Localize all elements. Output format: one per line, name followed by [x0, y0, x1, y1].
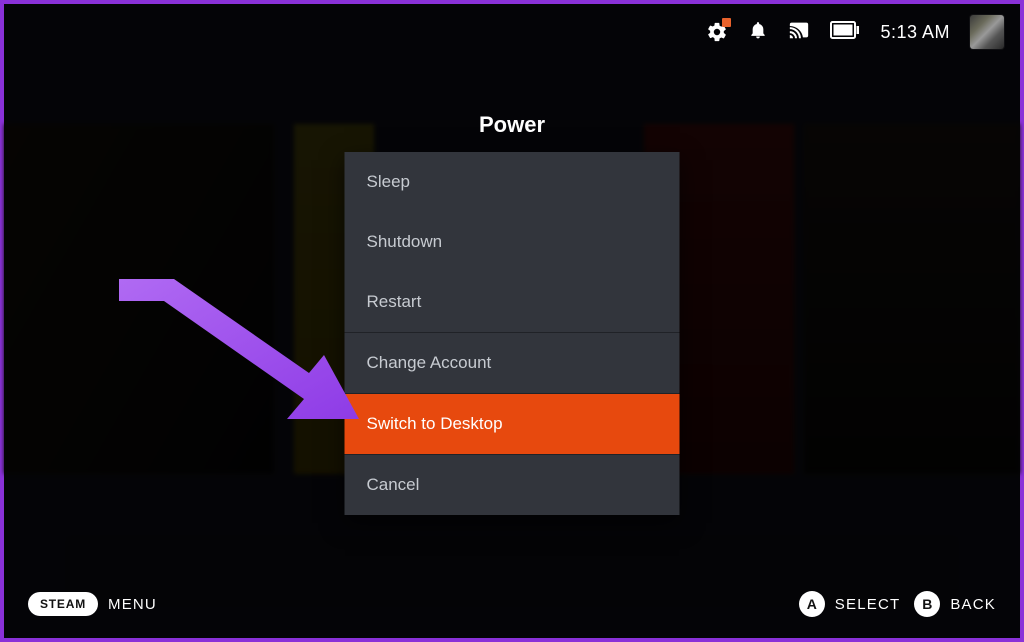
b-label: BACK — [950, 596, 996, 613]
steam-menu-button[interactable]: STEAM MENU — [28, 592, 157, 616]
menu-label: Change Account — [367, 353, 492, 373]
menu-label: Shutdown — [367, 232, 443, 252]
clock: 5:13 AM — [880, 22, 950, 43]
menu-item-change-account[interactable]: Change Account — [345, 333, 680, 393]
menu-label: Sleep — [367, 172, 410, 192]
menu-label: MENU — [108, 596, 157, 613]
menu-label: Restart — [367, 292, 422, 312]
menu-item-restart[interactable]: Restart — [345, 272, 680, 332]
menu-item-sleep[interactable]: Sleep — [345, 152, 680, 212]
a-select-hint[interactable]: A SELECT — [799, 591, 901, 617]
cast-icon[interactable] — [788, 19, 810, 46]
power-menu-title: Power — [479, 112, 545, 138]
steam-pill: STEAM — [28, 592, 98, 616]
settings-alert-dot — [722, 18, 731, 27]
settings-icon[interactable] — [706, 21, 728, 43]
status-bar: 5:13 AM — [706, 14, 1004, 50]
menu-label: Cancel — [367, 475, 420, 495]
bell-icon[interactable] — [748, 20, 768, 45]
battery-icon[interactable] — [830, 21, 860, 44]
power-menu: Sleep Shutdown Restart Change Account Sw… — [345, 152, 680, 515]
a-label: SELECT — [835, 596, 901, 613]
footer-hints: STEAM MENU A SELECT B BACK — [4, 584, 1020, 624]
b-back-hint[interactable]: B BACK — [914, 591, 996, 617]
menu-item-shutdown[interactable]: Shutdown — [345, 212, 680, 272]
menu-item-cancel[interactable]: Cancel — [345, 455, 680, 515]
a-button-icon: A — [799, 591, 825, 617]
menu-item-switch-to-desktop[interactable]: Switch to Desktop — [345, 394, 680, 454]
menu-label: Switch to Desktop — [367, 414, 503, 434]
avatar[interactable] — [970, 15, 1004, 49]
b-button-icon: B — [914, 591, 940, 617]
